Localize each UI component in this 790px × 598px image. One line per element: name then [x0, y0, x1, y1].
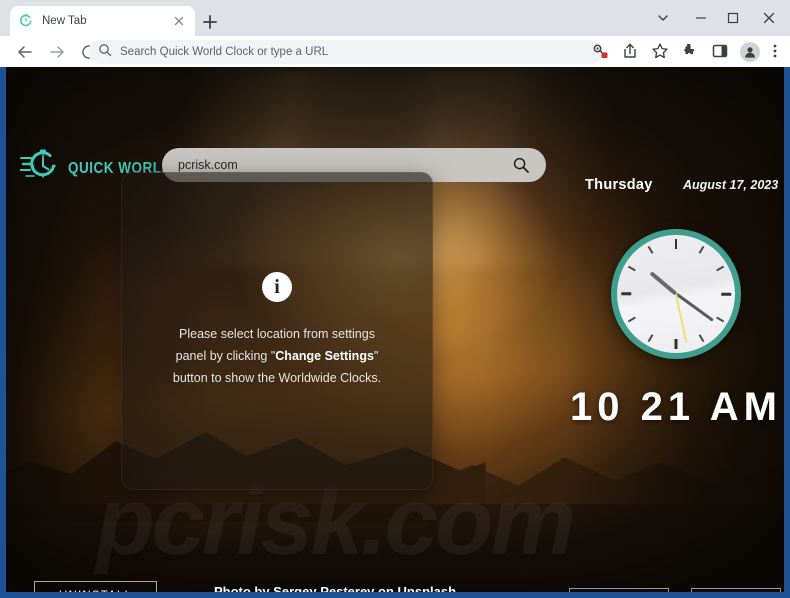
clock-tick — [698, 245, 705, 254]
day-of-week-label: Thursday — [585, 177, 653, 193]
share-icon[interactable] — [620, 41, 642, 63]
clock-face — [617, 235, 735, 353]
browser-toolbar: Search Quick World Clock or type a URL — [0, 36, 790, 67]
clock-tick — [627, 316, 636, 323]
tab-strip: New Tab — [0, 0, 790, 36]
clock-tick — [627, 265, 636, 272]
clock-tick — [716, 265, 725, 272]
clock-tick — [716, 316, 725, 323]
clock-tick — [674, 339, 678, 349]
clock-tick — [647, 334, 654, 343]
clock-tick — [674, 239, 678, 249]
browser-window: New Tab Search Quick World Clock or type… — [0, 0, 790, 598]
date-label: August 17, 2023 — [683, 178, 779, 192]
side-panel-icon[interactable] — [710, 41, 732, 63]
photo-credit-prefix: Photo by — [214, 584, 274, 592]
window-maximize-button[interactable] — [720, 8, 746, 28]
browser-tab[interactable]: New Tab — [10, 6, 195, 36]
info-panel: i Please select location from settings p… — [121, 172, 433, 490]
tab-title: New Tab — [42, 15, 87, 27]
password-key-icon[interactable] — [590, 41, 612, 63]
omnibox-placeholder-text: Search Quick World Clock or type a URL — [120, 46, 329, 58]
clock-tick — [647, 245, 654, 254]
clock-tick — [621, 292, 631, 296]
clock-tick — [721, 292, 731, 296]
analog-clock — [611, 229, 741, 359]
info-panel-message: Please select location from settings pan… — [170, 324, 385, 390]
toolbar-icon-group — [590, 40, 782, 64]
more-menu-icon[interactable] — [768, 41, 782, 63]
clock-tick — [698, 334, 705, 343]
date-row: Thursday August 17, 2023 — [566, 175, 784, 199]
window-minimize-button[interactable] — [688, 8, 714, 28]
page-viewport: pcrisk.com QUICK WORLD CLOCK pcrisk.com … — [6, 67, 784, 592]
chevron-down-icon[interactable] — [650, 8, 676, 28]
digital-time-label: 10 21 AM — [570, 385, 782, 429]
new-tab-button[interactable] — [200, 12, 220, 32]
uninstall-button[interactable]: UNINSTALL — [34, 581, 158, 592]
forward-arrow-icon[interactable] — [44, 39, 70, 65]
message-bold-1: Change Settings — [275, 349, 374, 364]
bookmark-star-icon[interactable] — [650, 41, 672, 63]
window-close-button[interactable] — [756, 8, 782, 28]
photo-credit: Photo by Sergey Pesterev on Unsplash — [214, 584, 456, 592]
back-arrow-icon[interactable] — [12, 39, 38, 65]
stopwatch-favicon-icon — [18, 13, 34, 29]
clock-hour-hand — [649, 271, 678, 296]
address-bar[interactable]: Search Quick World Clock or type a URL — [88, 40, 603, 64]
change-settings-button[interactable]: Change Settings — [691, 588, 781, 592]
stopwatch-logo-icon — [19, 145, 66, 190]
profile-avatar-icon[interactable] — [740, 42, 760, 62]
photo-source-link[interactable]: Unsplash — [398, 584, 457, 592]
search-icon[interactable] — [512, 156, 530, 174]
info-icon: i — [262, 272, 292, 303]
tab-close-icon[interactable] — [171, 13, 187, 29]
change-background-button[interactable]: Change Background — [569, 588, 669, 592]
site-search-input[interactable]: pcrisk.com — [178, 158, 512, 172]
omnibox-search-icon — [98, 43, 112, 62]
extensions-puzzle-icon[interactable] — [680, 41, 702, 63]
photo-author-link[interactable]: Sergey Pesterev — [273, 584, 374, 592]
photo-credit-mid: on — [374, 584, 398, 592]
